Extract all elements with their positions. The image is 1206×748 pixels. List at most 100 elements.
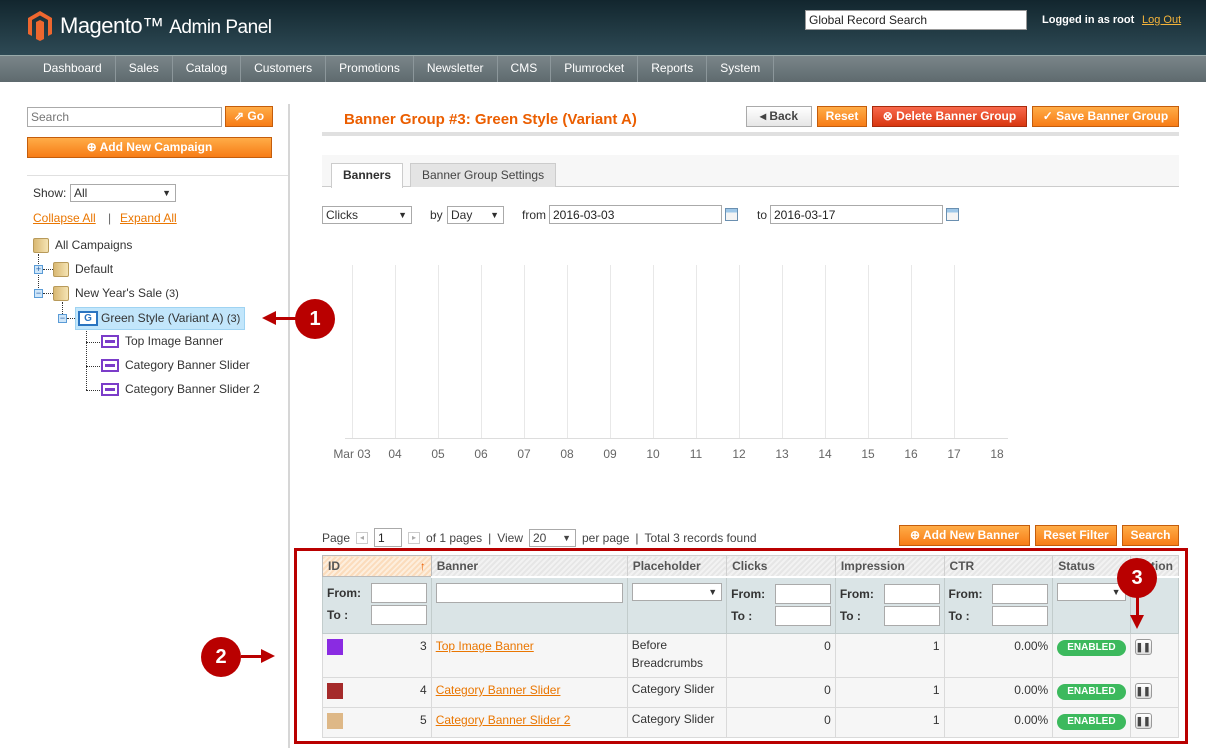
metric-select[interactable]: Clicks ▼ xyxy=(322,206,412,224)
nav-reports[interactable]: Reports xyxy=(638,56,708,82)
collapse-icon[interactable]: − xyxy=(34,289,43,299)
x-tick-label: 07 xyxy=(517,447,531,461)
logout-link[interactable]: Log Out xyxy=(1142,14,1181,26)
tab-banner-group-settings[interactable]: Banner Group Settings xyxy=(410,163,557,187)
calendar-icon[interactable] xyxy=(946,208,959,221)
x-tick-label: 15 xyxy=(861,447,875,461)
save-banner-group-button[interactable]: ✓ Save Banner Group xyxy=(1032,106,1179,127)
chart-gridline xyxy=(524,265,525,438)
of-pages: of 1 pages xyxy=(426,530,483,545)
add-new-campaign-button[interactable]: ⊕ Add New Campaign xyxy=(27,137,272,158)
chart-gridline xyxy=(911,265,912,438)
arrow-head xyxy=(261,649,275,663)
chart-gridline xyxy=(739,265,740,438)
collapse-icon[interactable]: − xyxy=(58,314,67,324)
nav-cms[interactable]: CMS xyxy=(498,56,552,82)
arrow-right-icon xyxy=(241,655,263,658)
collapse-all-link[interactable]: Collapse All xyxy=(33,211,96,225)
tree-banner[interactable]: Category Banner Slider 2 xyxy=(101,379,260,399)
tree-green-style[interactable]: − G Green Style (Variant A) (3) xyxy=(58,307,246,330)
tree-default[interactable]: + Default xyxy=(34,259,113,279)
tree-banner[interactable]: Category Banner Slider xyxy=(101,355,250,375)
x-axis xyxy=(345,438,1008,439)
x-tick-label: 11 xyxy=(689,447,703,461)
divider xyxy=(27,175,288,176)
pager: Page ◂ ▸ of 1 pages| View 20▼ per page| … xyxy=(322,528,757,547)
x-tick-label: Mar 03 xyxy=(333,447,371,461)
main-nav: Dashboard Sales Catalog Customers Promot… xyxy=(0,55,1206,82)
nav-plumrocket[interactable]: Plumrocket xyxy=(551,56,639,82)
reset-button[interactable]: Reset xyxy=(817,106,867,127)
callout-3: 3 xyxy=(1117,558,1157,598)
reset-filter-button[interactable]: Reset Filter xyxy=(1035,525,1117,546)
chevron-down-icon: ▼ xyxy=(562,532,571,543)
campaign-search-input[interactable] xyxy=(27,107,222,127)
page-title: Banner Group #3: Green Style (Variant A) xyxy=(344,111,637,128)
nav-system[interactable]: System xyxy=(707,56,775,82)
page-label: Page xyxy=(322,530,351,545)
x-tick-label: 14 xyxy=(818,447,832,461)
period-select[interactable]: Day ▼ xyxy=(447,206,504,224)
x-tick-label: 10 xyxy=(646,447,660,461)
tree-banner[interactable]: Top Image Banner xyxy=(101,331,223,351)
global-search-input[interactable] xyxy=(805,10,1027,30)
logo-text: Magento™ Admin Panel xyxy=(60,13,272,38)
folder-icon xyxy=(53,286,69,302)
x-tick-label: 18 xyxy=(990,447,1004,461)
from-label: from xyxy=(522,208,546,222)
chart-gridline xyxy=(567,265,568,438)
per-page-label: per page xyxy=(582,530,630,545)
total-records: Total 3 records found xyxy=(644,530,757,545)
nav-sales[interactable]: Sales xyxy=(116,56,173,82)
chart-gridline xyxy=(352,265,353,438)
magento-logo-icon xyxy=(28,11,52,41)
nav-promotions[interactable]: Promotions xyxy=(326,56,414,82)
chart-gridline xyxy=(438,265,439,438)
x-tick-label: 06 xyxy=(474,447,488,461)
from-date-input[interactable] xyxy=(549,205,722,224)
x-tick-label: 17 xyxy=(947,447,961,461)
chart-gridline xyxy=(868,265,869,438)
show-select[interactable]: All ▼ xyxy=(70,184,176,202)
search-button[interactable]: Search xyxy=(1122,525,1179,546)
folder-icon xyxy=(53,262,69,278)
expand-icon[interactable]: + xyxy=(34,265,43,275)
add-new-banner-button[interactable]: ⊕ Add New Banner xyxy=(899,525,1030,546)
arrow-down-icon xyxy=(1136,597,1139,617)
arrow-left-icon xyxy=(275,317,297,320)
separator: | xyxy=(108,211,112,225)
next-page-icon[interactable]: ▸ xyxy=(408,531,421,544)
divider xyxy=(322,132,1179,136)
tree-new-years-sale[interactable]: − New Year's Sale (3) xyxy=(34,283,179,303)
to-label: to xyxy=(757,208,768,222)
nav-catalog[interactable]: Catalog xyxy=(173,56,242,82)
per-page-select[interactable]: 20 ▼ xyxy=(529,528,576,547)
x-tick-label: 04 xyxy=(388,447,402,461)
sidebar-divider xyxy=(288,104,290,748)
x-tick-label: 16 xyxy=(904,447,918,461)
x-tick-label: 12 xyxy=(732,447,746,461)
x-tick-label: 13 xyxy=(775,447,789,461)
go-button[interactable]: ⇗ Go xyxy=(225,106,273,127)
tab-banners[interactable]: Banners xyxy=(331,163,404,188)
nav-customers[interactable]: Customers xyxy=(241,56,327,82)
calendar-icon[interactable] xyxy=(725,208,738,221)
nav-newsletter[interactable]: Newsletter xyxy=(414,56,498,82)
tree-all-campaigns[interactable]: All Campaigns xyxy=(33,235,132,255)
back-button[interactable]: ◂ Back xyxy=(746,106,812,127)
expand-all-link[interactable]: Expand All xyxy=(120,211,177,225)
chevron-down-icon: ▼ xyxy=(162,188,171,198)
chart-gridline xyxy=(825,265,826,438)
banner-icon xyxy=(101,335,119,349)
header: Magento™ Admin Panel Logged in as root L… xyxy=(0,0,1206,55)
callout-2: 2 xyxy=(201,637,241,677)
chart-gridline xyxy=(782,265,783,438)
prev-page-icon[interactable]: ◂ xyxy=(356,531,369,544)
page-input[interactable] xyxy=(374,528,403,547)
to-date-input[interactable] xyxy=(770,205,943,224)
arrow-head xyxy=(262,311,276,325)
nav-dashboard[interactable]: Dashboard xyxy=(30,56,116,82)
chart-gridline xyxy=(481,265,482,438)
group-icon: G xyxy=(78,311,98,327)
delete-banner-group-button[interactable]: ⊗ Delete Banner Group xyxy=(872,106,1027,127)
